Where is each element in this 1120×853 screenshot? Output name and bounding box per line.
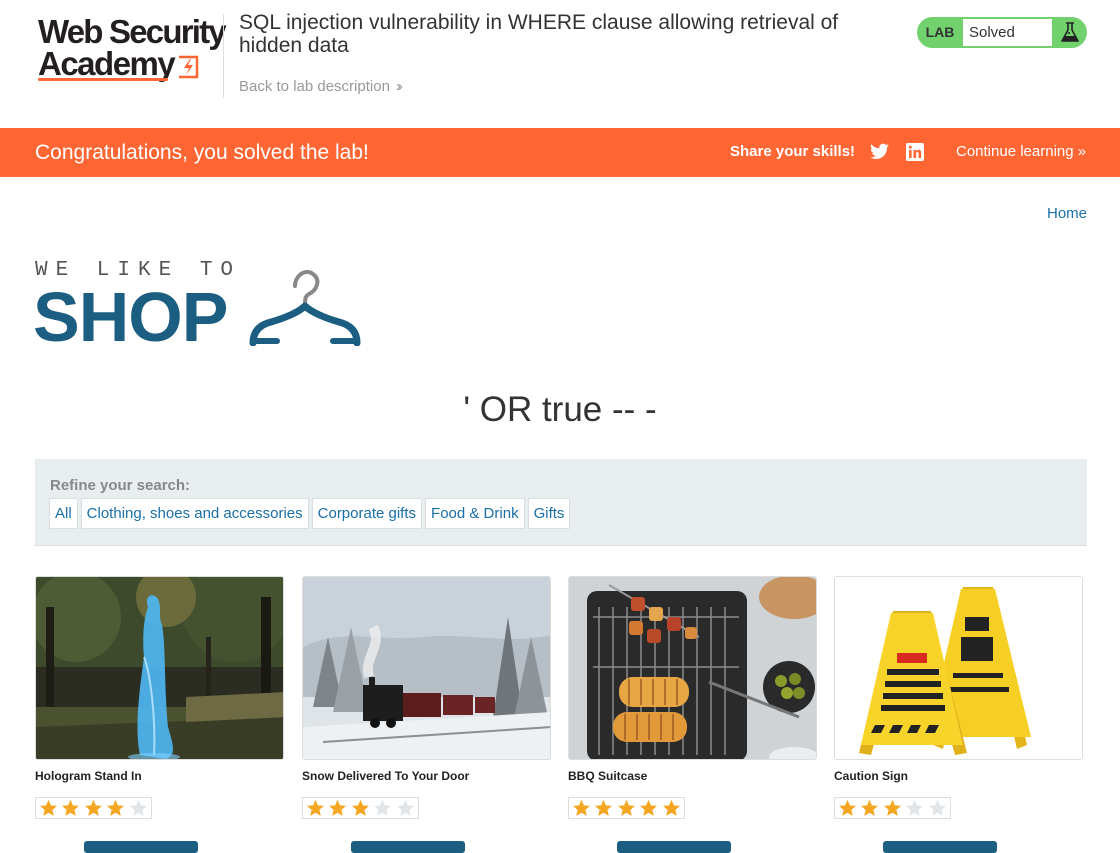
continue-learning-label: Continue learning <box>956 143 1074 160</box>
star-filled-icon <box>615 798 638 818</box>
congratulations-message: Congratulations, you solved the lab! <box>35 141 369 164</box>
product-name: Snow Delivered To Your Door <box>302 769 470 783</box>
star-empty-icon <box>372 798 395 818</box>
product-rating <box>302 797 419 819</box>
product-name: BBQ Suitcase <box>568 769 648 783</box>
logo-bolt-icon <box>179 55 199 79</box>
filter-panel: Refine your search: All Clothing, shoes … <box>35 459 1087 546</box>
flask-icon <box>1061 22 1079 42</box>
star-filled-icon <box>349 798 372 818</box>
product-image-caution-sign[interactable] <box>834 576 1083 760</box>
star-filled-icon <box>570 798 593 818</box>
lab-status-widget: LAB Solved <box>917 17 1087 48</box>
star-filled-icon <box>660 798 683 818</box>
web-security-academy-logo[interactable]: Web Security Academy <box>36 14 227 84</box>
back-to-lab-description-link[interactable]: Back to lab description ›› <box>239 78 403 95</box>
star-empty-icon <box>926 798 949 818</box>
star-filled-icon <box>881 798 904 818</box>
product-name: Caution Sign <box>834 769 908 783</box>
lab-title: SQL injection vulnerability in WHERE cla… <box>239 11 839 57</box>
star-filled-icon <box>105 798 128 818</box>
logo-underline <box>38 78 168 81</box>
double-chevron-right-icon: ›› <box>395 78 403 95</box>
category-filter-clothing[interactable]: Clothing, shoes and accessories <box>80 498 309 529</box>
header-divider <box>223 14 224 98</box>
star-filled-icon <box>82 798 105 818</box>
lab-badge: LAB <box>925 24 955 40</box>
lab-status-text: Solved <box>963 19 1052 46</box>
category-filter-corporate-gifts[interactable]: Corporate gifts <box>311 498 423 529</box>
twitter-icon[interactable] <box>870 143 889 160</box>
product-name: Hologram Stand In <box>35 769 142 783</box>
category-filter-all[interactable]: All <box>49 498 78 529</box>
lab-solved-banner: Congratulations, you solved the lab! Sha… <box>0 128 1120 177</box>
star-filled-icon <box>638 798 661 818</box>
product-grid: Hologram Stand In Snow Delivered To Your… <box>35 576 1087 853</box>
star-empty-icon <box>394 798 417 818</box>
star-filled-icon <box>37 798 60 818</box>
star-filled-icon <box>60 798 83 818</box>
star-filled-icon <box>304 798 327 818</box>
star-filled-icon <box>859 798 882 818</box>
product-rating <box>834 797 951 819</box>
double-chevron-right-icon: » <box>1077 143 1087 160</box>
star-filled-icon <box>836 798 859 818</box>
star-empty-icon <box>127 798 150 818</box>
star-filled-icon <box>593 798 616 818</box>
caution-sign-image <box>835 577 1082 759</box>
clothes-hanger-icon <box>249 269 361 346</box>
academy-header: Web Security Academy SQL injection vulne… <box>0 0 1120 128</box>
product-image-bbq-suitcase[interactable] <box>568 576 817 760</box>
product-rating <box>35 797 152 819</box>
linkedin-icon[interactable] <box>906 143 924 161</box>
category-filter-food-drink[interactable]: Food & Drink <box>425 498 525 529</box>
view-details-button[interactable] <box>351 841 465 853</box>
view-details-button[interactable] <box>883 841 997 853</box>
logo-text-line2: Academy <box>38 45 176 82</box>
star-filled-icon <box>327 798 350 818</box>
home-link[interactable]: Home <box>1047 205 1087 222</box>
star-empty-icon <box>904 798 927 818</box>
search-term-heading: ' OR true -- - <box>463 390 657 429</box>
product-card: BBQ Suitcase <box>568 576 817 853</box>
view-details-button[interactable] <box>84 841 198 853</box>
category-filter-gifts[interactable]: Gifts <box>527 498 571 529</box>
shop-logo-word: SHOP <box>33 278 228 356</box>
hologram-woman-image <box>36 577 283 759</box>
product-image-snow-train[interactable] <box>302 576 551 760</box>
product-card: Caution Sign <box>834 576 1083 853</box>
category-filter-list: All Clothing, shoes and accessories Corp… <box>49 498 571 529</box>
share-skills-label: Share your skills! <box>730 143 856 160</box>
view-details-button[interactable] <box>617 841 731 853</box>
back-link-label: Back to lab description <box>239 78 390 95</box>
product-card: Snow Delivered To Your Door <box>302 576 551 853</box>
continue-learning-link[interactable]: Continue learning » <box>956 143 1086 160</box>
product-image-hologram[interactable] <box>35 576 284 760</box>
bbq-grill-image <box>569 577 816 759</box>
refine-search-label: Refine your search: <box>50 477 191 494</box>
snow-train-image <box>303 577 550 759</box>
product-rating <box>568 797 685 819</box>
product-card: Hologram Stand In <box>35 576 284 853</box>
we-like-to-shop-logo: WE LIKE TO SHOP <box>33 260 365 356</box>
